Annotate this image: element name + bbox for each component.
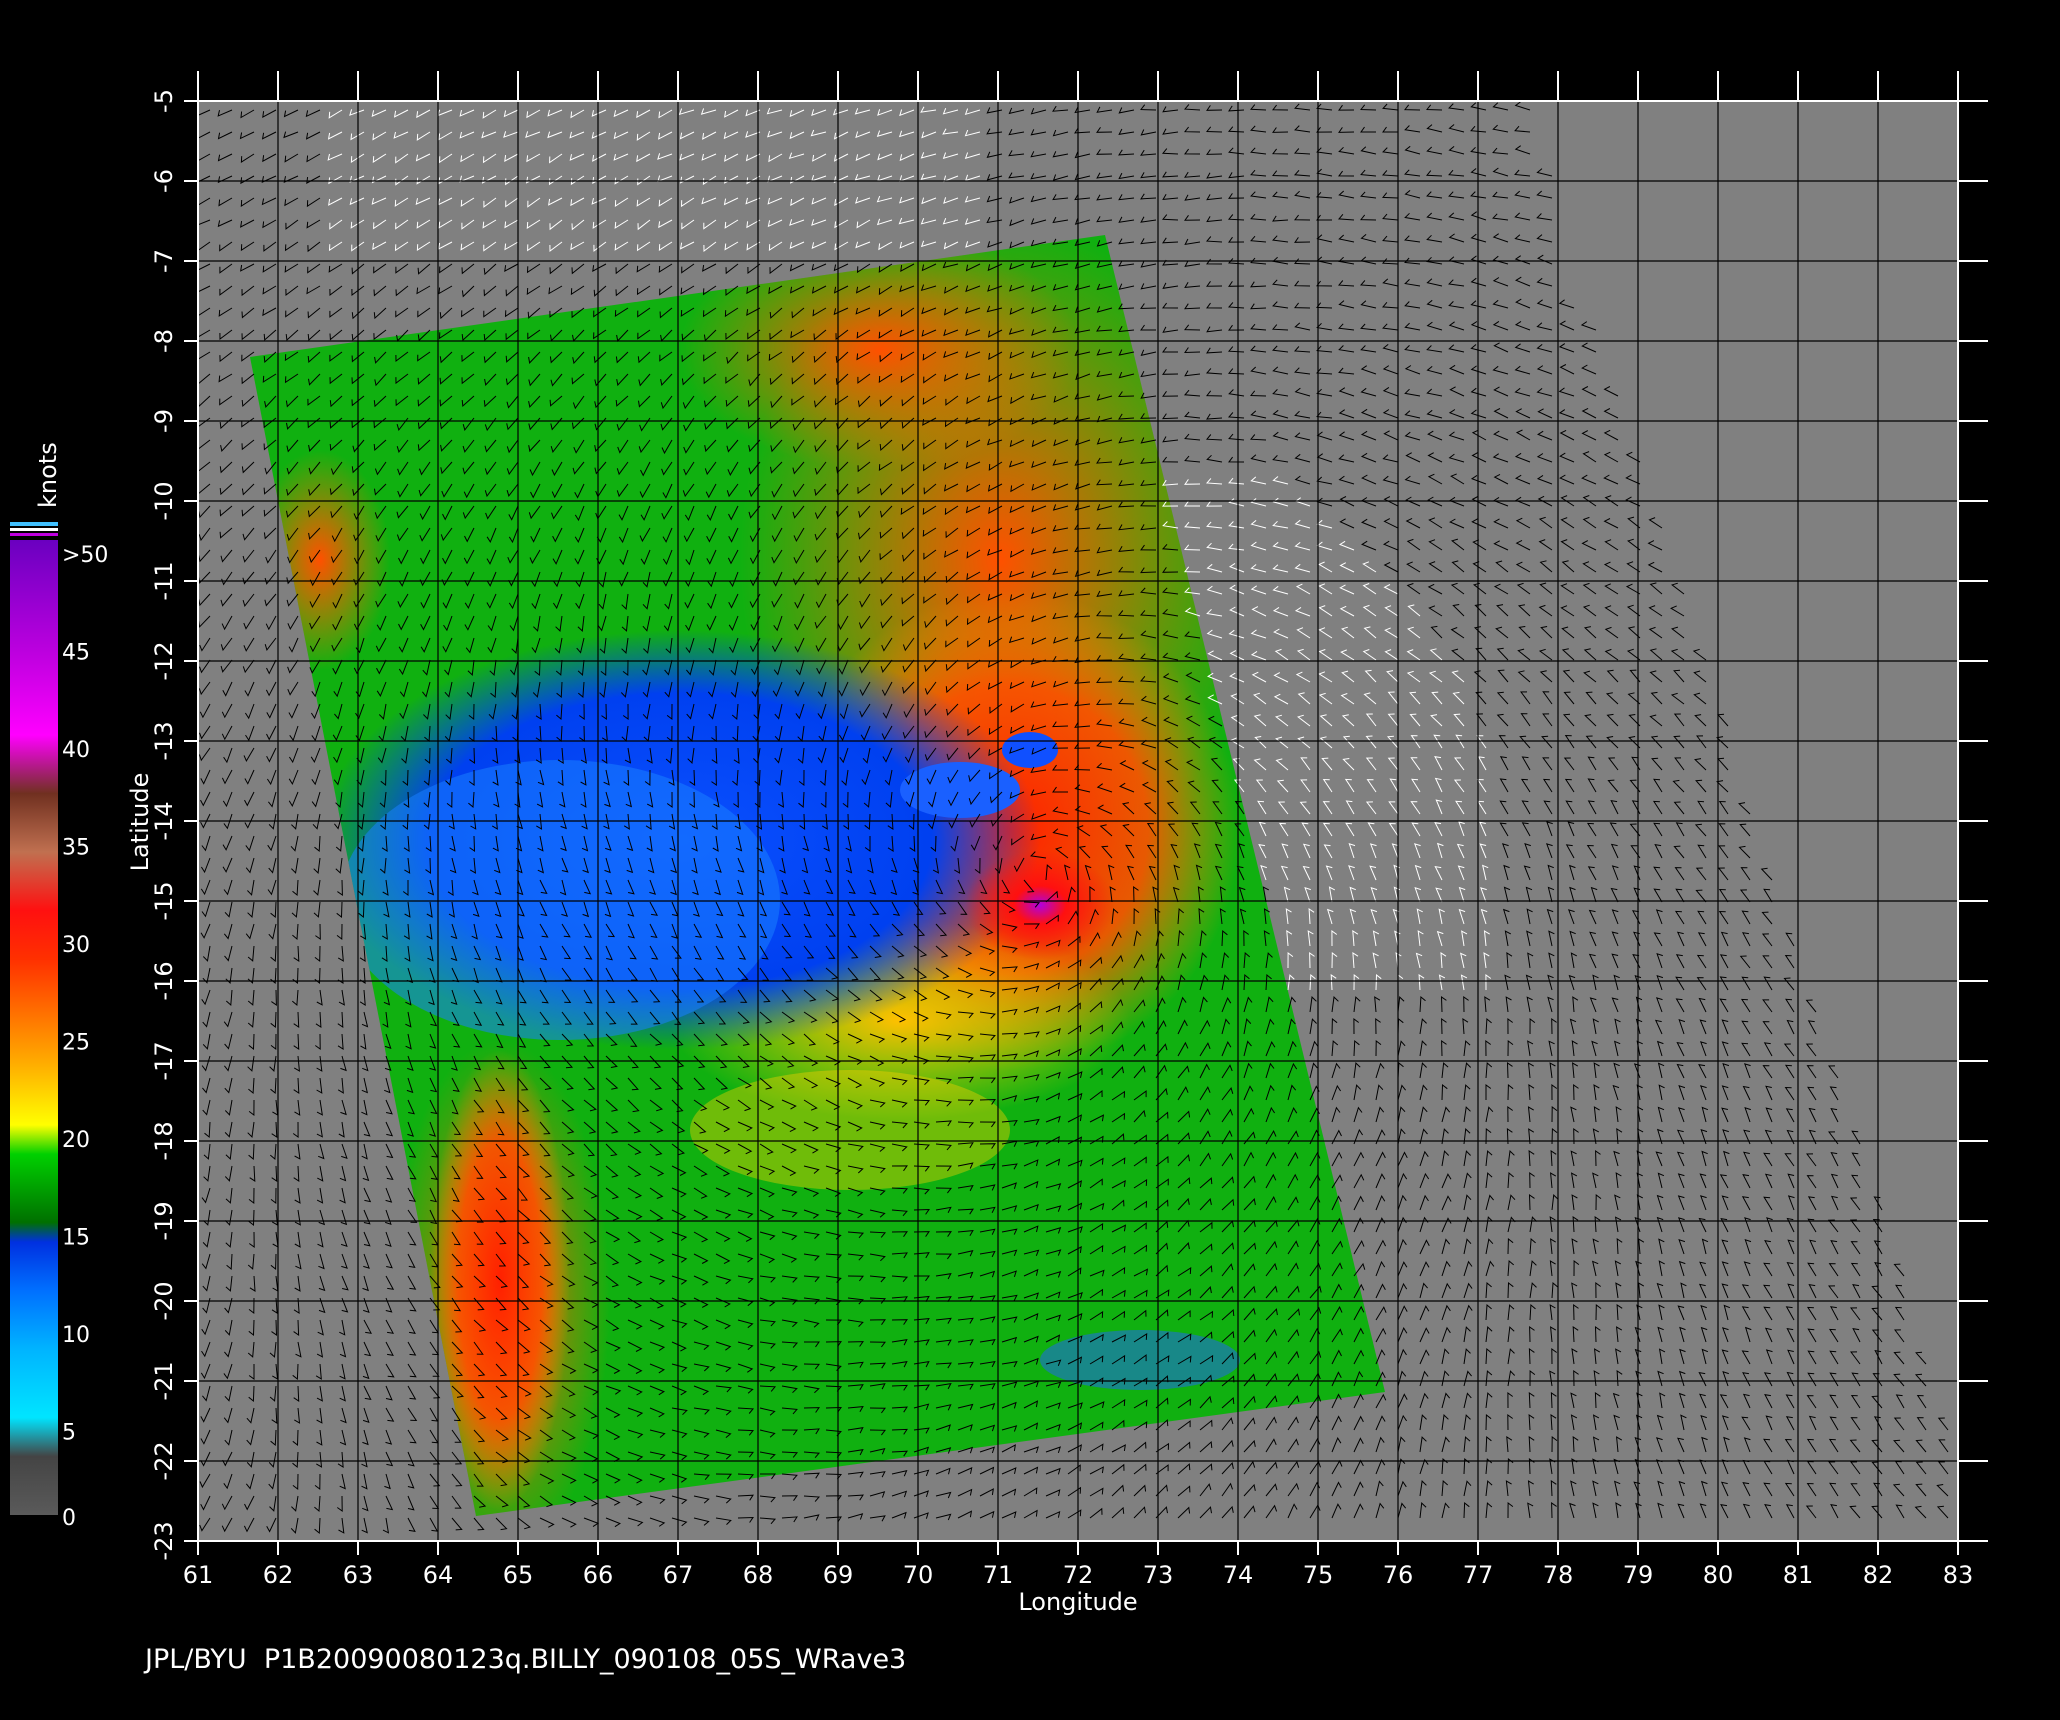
colorbar-tick-label: 45 [62,641,90,666]
y-axis-label: Latitude [126,773,154,872]
y-tick-label: -5 [150,89,178,113]
x-axis-label: Longitude [1018,1588,1137,1616]
x-tick-label: 80 [1703,1561,1734,1589]
y-tick-label: -11 [150,561,178,600]
y-tick-label: -8 [150,329,178,353]
y-tick-label: -12 [150,641,178,680]
y-tick-label: -18 [150,1121,178,1160]
x-tick-label: 78 [1543,1561,1574,1589]
colorbar-tick-label: 15 [62,1226,90,1251]
y-tick-label: -23 [150,1521,178,1560]
y-tick-label: -15 [150,881,178,920]
colorbar-tick-label: 40 [62,738,90,763]
y-tick-label: -17 [150,1041,178,1080]
y-tick-label: -16 [150,961,178,1000]
x-tick-label: 71 [983,1561,1014,1589]
y-tick-label: -14 [150,801,178,840]
product-credit: JPL/BYU P1B20090080123q.BILLY_090108_05S… [143,1644,906,1675]
colorbar-tick-label: 10 [62,1323,90,1348]
y-tick-label: -22 [150,1441,178,1480]
x-tick-label: 65 [503,1561,534,1589]
x-tick-label: 62 [263,1561,294,1589]
x-tick-label: 72 [1063,1561,1094,1589]
colorbar-tick-label: 25 [62,1031,90,1056]
y-tick-label: -13 [150,721,178,760]
colorbar: knots 0 5 10 15 20 25 30 35 40 45 >50 [10,442,108,1531]
x-tick-label: 77 [1463,1561,1494,1589]
colorbar-tick-label: 5 [62,1421,76,1446]
x-tick-label: 73 [1143,1561,1174,1589]
colorbar-tick-label: 0 [62,1506,76,1531]
x-tick-label: 63 [343,1561,374,1589]
colorbar-gradient [10,540,58,1515]
y-tick-label: -20 [150,1281,178,1320]
x-tick-label: 75 [1303,1561,1334,1589]
x-tick-label: 70 [903,1561,934,1589]
y-tick-label: -21 [150,1361,178,1400]
x-tick-label: 68 [743,1561,774,1589]
x-tick-label: 79 [1623,1561,1654,1589]
y-tick-label: -19 [150,1201,178,1240]
x-tick-label: 83 [1943,1561,1974,1589]
colorbar-tick-label: >50 [62,543,108,568]
y-tick-label: -7 [150,249,178,273]
x-tick-label: 66 [583,1561,614,1589]
x-tick-label: 82 [1863,1561,1894,1589]
colorbar-tick-label: 30 [62,933,90,958]
x-tick-label: 76 [1383,1561,1414,1589]
colorbar-tick-label: 35 [62,836,90,861]
x-tick-label: 61 [183,1561,214,1589]
y-tick-label: -10 [150,481,178,520]
colorbar-tick-label: 20 [62,1128,90,1153]
x-tick-label: 64 [423,1561,454,1589]
wind-speed-map: 61 62 63 64 65 66 67 68 69 70 71 72 73 74 75 76 77 78 79 80… [10,71,1988,1675]
x-tick-label: 74 [1223,1561,1254,1589]
colorbar-unit-label: knots [34,442,62,508]
x-tick-label: 67 [663,1561,694,1589]
x-tick-label: 69 [823,1561,854,1589]
y-tick-label: -9 [150,409,178,433]
x-tick-label: 81 [1783,1561,1814,1589]
y-tick-label: -6 [150,169,178,193]
